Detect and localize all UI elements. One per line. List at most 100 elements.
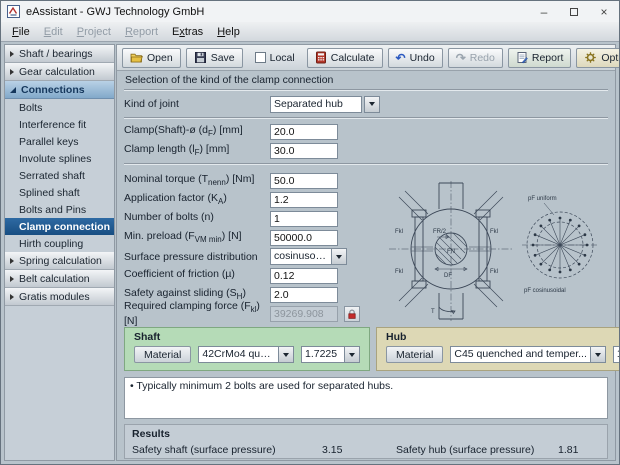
menu-help[interactable]: Help <box>210 24 247 40</box>
shaft-material-select[interactable]: 42CrMo4 quenched and te... <box>198 346 294 363</box>
main-panel: Open Save Local <box>116 44 616 461</box>
section-label: Connections <box>21 84 85 96</box>
menu-extras[interactable]: Extras <box>165 24 210 40</box>
hub-material-button[interactable]: Material <box>386 346 443 363</box>
shaft-material-number-value: 1.7225 <box>301 346 345 363</box>
sidebar-section-gear-calculation[interactable]: Gear calculation <box>5 63 114 81</box>
section-label: Gratis modules <box>19 291 90 303</box>
lock-button[interactable] <box>344 306 360 322</box>
title-bar: eAssistant - GWJ Technology GmbH – × <box>1 1 619 22</box>
sidebar-item-serrated-shaft[interactable]: Serrated shaft <box>5 167 114 184</box>
menu-report[interactable]: Report <box>118 24 165 40</box>
min-preload-input[interactable] <box>270 230 338 246</box>
chevron-down-icon[interactable] <box>331 248 347 265</box>
results-title: Results <box>132 428 600 440</box>
report-button[interactable]: Report <box>508 48 572 68</box>
redo-button[interactable]: ↷ Redo <box>448 48 503 68</box>
result-label-shaft: Safety shaft (surface pressure) <box>132 444 322 456</box>
menu-file[interactable]: File <box>5 24 37 40</box>
app-window: eAssistant - GWJ Technology GmbH – × Fil… <box>0 0 620 465</box>
sidebar-item-splined-shaft[interactable]: Splined shaft <box>5 184 114 201</box>
diagram-label-fr2: FR/2 <box>433 229 447 235</box>
options-gear-icon <box>584 51 597 64</box>
window-controls: – × <box>529 1 619 22</box>
local-checkbox[interactable] <box>255 52 266 63</box>
chevron-down-icon[interactable] <box>344 346 360 363</box>
section-title: Selection of the kind of the clamp conne… <box>125 74 608 86</box>
minimize-button[interactable]: – <box>529 1 559 22</box>
diagram-label-fkl: Fkl <box>490 229 498 235</box>
options-button[interactable]: Options <box>576 48 620 68</box>
calculate-label: Calculate <box>331 52 375 64</box>
hub-material-number-select[interactable]: 1.0503 <box>613 346 620 363</box>
field-kind-of-joint: Kind of joint Separated hub <box>124 94 608 114</box>
hub-material-select[interactable]: C45 quenched and temper... <box>450 346 606 363</box>
maximize-button[interactable] <box>559 1 589 22</box>
diagram-label-fkl: Fkl <box>490 269 498 275</box>
required-force-input <box>270 306 338 322</box>
sidebar-item-bolts[interactable]: Bolts <box>5 99 114 116</box>
menu-edit[interactable]: Edit <box>37 24 70 40</box>
note-text: • Typically minimum 2 bolts are used for… <box>130 380 393 392</box>
sidebar-item-bolts-and-pins[interactable]: Bolts and Pins <box>5 201 114 218</box>
open-button[interactable]: Open <box>122 48 181 68</box>
clamp-diameter-input[interactable] <box>270 124 338 140</box>
sidebar-section-connections[interactable]: Connections <box>5 81 114 99</box>
report-label: Report <box>532 52 564 64</box>
menu-project[interactable]: Project <box>70 24 118 40</box>
collapsed-triangle-icon <box>10 294 14 300</box>
kind-of-joint-select[interactable]: Separated hub <box>270 96 380 113</box>
diagram-label-fkl: Fkl <box>395 229 403 235</box>
section-label: Shaft / bearings <box>19 48 93 60</box>
collapsed-triangle-icon <box>10 51 14 57</box>
calculate-button[interactable]: Calculate <box>307 48 383 68</box>
clamp-diameter-label: Clamp(Shaft)-ø (dF) [mm] <box>124 124 270 138</box>
sidebar-item-interference-fit[interactable]: Interference fit <box>5 116 114 133</box>
section-label: Spring calculation <box>19 255 102 267</box>
menu-bar: File Edit Project Report Extras Help <box>1 22 619 42</box>
options-label: Options <box>601 52 620 64</box>
note-box: • Typically minimum 2 bolts are used for… <box>124 377 608 419</box>
save-button[interactable]: Save <box>186 48 243 68</box>
clamp-connection-diagram: Fkl Fkl Fkl Fkl FR/2 FN DF T <box>389 181 514 321</box>
diagram-label-fkl: Fkl <box>395 269 403 275</box>
sidebar-section-shaft-bearings[interactable]: Shaft / bearings <box>5 45 114 63</box>
undo-button[interactable]: ↶ Undo <box>388 48 443 68</box>
safety-sliding-input[interactable] <box>270 287 338 303</box>
field-required-force: Required clamping force (Fkl) [N] <box>124 304 608 323</box>
sidebar-item-involute-splines[interactable]: Involute splines <box>5 150 114 167</box>
separator <box>124 163 608 165</box>
redo-arrow-icon: ↷ <box>456 53 466 63</box>
application-factor-input[interactable] <box>270 192 338 208</box>
diagram-label-fn: FN <box>447 249 455 255</box>
nominal-torque-input[interactable] <box>270 173 338 189</box>
shaft-material-number-select[interactable]: 1.7225 <box>301 346 360 363</box>
sidebar-item-hirth-coupling[interactable]: Hirth coupling <box>5 235 114 252</box>
toolbar: Open Save Local <box>117 45 615 71</box>
shaft-material-value: 42CrMo4 quenched and te... <box>198 346 279 363</box>
open-label: Open <box>147 52 173 64</box>
hub-material-number-value: 1.0503 <box>613 346 620 363</box>
min-preload-label: Min. preload (FVM min) [N] <box>124 230 270 244</box>
chevron-down-icon[interactable] <box>364 96 380 113</box>
pressure-distribution-select[interactable]: cosinusoidal <box>270 248 347 265</box>
shaft-material-button[interactable]: Material <box>134 346 191 363</box>
sidebar-item-parallel-keys[interactable]: Parallel keys <box>5 133 114 150</box>
sidebar-section-belt-calculation[interactable]: Belt calculation <box>5 270 114 288</box>
required-force-label: Required clamping force (Fkl) [N] <box>124 300 270 326</box>
chevron-down-icon[interactable] <box>278 346 294 363</box>
close-button[interactable]: × <box>589 1 619 22</box>
sidebar-section-gratis-modules[interactable]: Gratis modules <box>5 288 114 306</box>
clamp-length-input[interactable] <box>270 143 338 159</box>
friction-input[interactable] <box>270 268 338 284</box>
number-of-bolts-input[interactable] <box>270 211 338 227</box>
open-folder-icon <box>130 51 143 64</box>
undo-arrow-icon: ↶ <box>396 53 406 63</box>
kind-of-joint-value: Separated hub <box>270 96 362 113</box>
save-disk-icon <box>194 51 207 64</box>
chevron-down-icon[interactable] <box>590 346 606 363</box>
results-panel: Results Safety shaft (surface pressure) … <box>124 424 608 459</box>
sidebar-section-spring-calculation[interactable]: Spring calculation <box>5 252 114 270</box>
section-label: Belt calculation <box>19 273 90 285</box>
sidebar-item-clamp-connection[interactable]: Clamp connection <box>5 218 114 235</box>
